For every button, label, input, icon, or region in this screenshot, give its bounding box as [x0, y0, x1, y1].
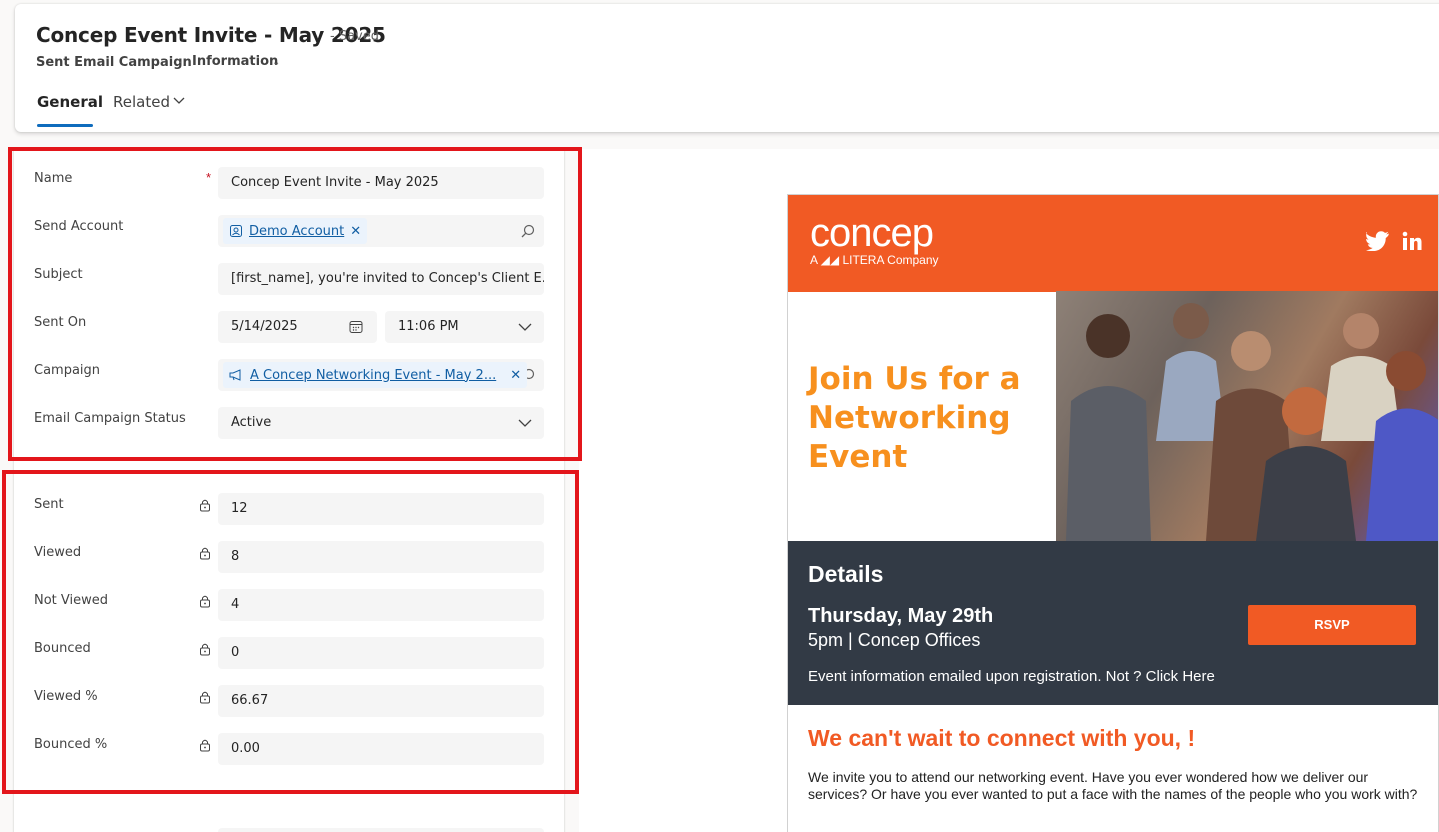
brand-tagline: A ◢◢ LITERA Company — [810, 253, 939, 267]
chevron-down-icon[interactable]: ⌄ — [272, 57, 280, 68]
event-info: Event information emailed upon registrat… — [808, 668, 1215, 685]
highlight-box — [2, 470, 579, 794]
linkedin-icon[interactable] — [1402, 231, 1422, 251]
email-body: We invite you to attend our networking e… — [808, 769, 1418, 802]
form-selector[interactable]: Information — [192, 54, 278, 69]
chevron-down-icon[interactable] — [173, 96, 185, 106]
next-field-input[interactable] — [218, 828, 544, 832]
wait-heading: We can't wait to connect with you, ! — [808, 725, 1196, 751]
email-header: concep A ◢◢ LITERA Company — [788, 195, 1438, 292]
twitter-icon[interactable] — [1366, 231, 1390, 251]
hero-title: Join Us for a Networking Event — [808, 361, 1021, 475]
save-status: - Saved — [330, 29, 379, 44]
tab-general[interactable]: General — [37, 93, 103, 111]
event-date: Thursday, May 29th — [808, 605, 994, 627]
details-heading: Details — [808, 561, 884, 587]
tab-related[interactable]: Related — [113, 93, 170, 111]
separator-dot: · — [178, 54, 183, 69]
event-place: 5pm | Concep Offices — [808, 630, 981, 650]
people-photo — [1066, 303, 1438, 541]
details-section: Details Thursday, May 29th 5pm | Concep … — [788, 541, 1438, 705]
rsvp-button[interactable]: RSVP — [1248, 605, 1416, 645]
email-preview: concep A ◢◢ LITERA Company Join Us for a… — [787, 194, 1439, 832]
social-links — [1366, 231, 1422, 251]
event-photo — [1056, 291, 1438, 541]
brand-logo: concep — [810, 211, 934, 255]
record-header: Concep Event Invite - May 2025 - Saved S… — [15, 4, 1439, 132]
entity-name: Sent Email Campaign — [36, 55, 192, 70]
active-tab-indicator — [37, 124, 93, 127]
highlight-box — [8, 147, 582, 461]
